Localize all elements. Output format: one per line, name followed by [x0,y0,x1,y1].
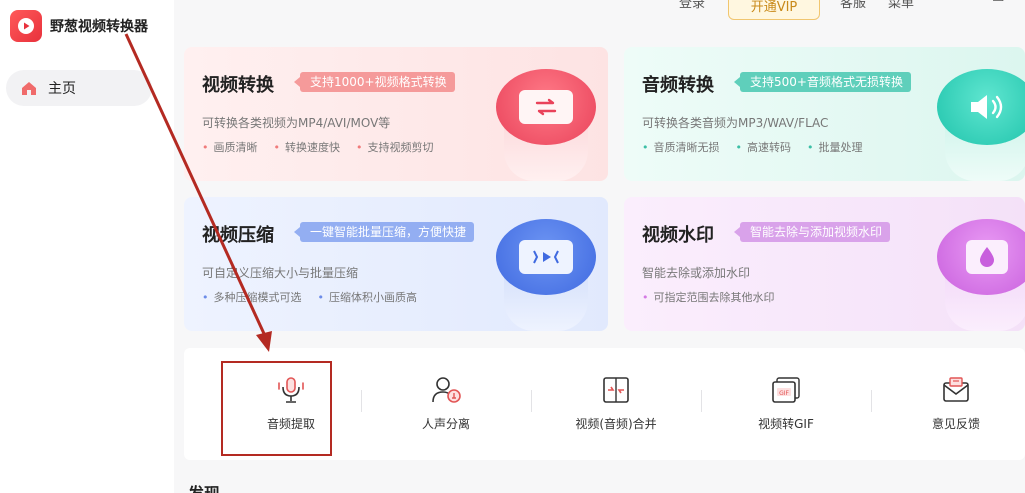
tool-merge[interactable]: 视频(音频)合并 [531,348,701,460]
topbar: 登录 开通VIP 客服 菜单 — ☐ [174,0,1025,22]
tool-label: 视频转GIF [758,417,814,431]
bullet: 音质清晰无损 [642,139,720,155]
bullet: 画质清晰 [202,139,258,155]
tool-label: 视频(音频)合并 [575,417,657,431]
tool-video-to-gif[interactable]: GIF 视频转GIF [701,348,871,460]
card-video-compress[interactable]: 视频压缩 一键智能批量压缩，方便快捷 可自定义压缩大小与批量压缩 多种压缩模式可… [184,197,608,331]
watermark-icon [937,219,1025,331]
card-audio-convert[interactable]: 音频转换 支持500+音频格式无损转换 可转换各类音频为MP3/WAV/FLAC… [624,47,1025,181]
bullet: 支持视频剪切 [356,139,434,155]
minimize-icon[interactable]: — [956,0,972,5]
vip-button[interactable]: 开通VIP [728,0,820,20]
section-title: 发现 [188,480,220,493]
video-convert-icon [496,69,596,181]
card-tag: 支持500+音频格式无损转换 [734,72,911,92]
bullet: 压缩体积小画质高 [318,289,417,305]
app-logo-icon [10,10,42,42]
tool-label: 意见反馈 [931,417,980,431]
sidebar-item-label: 主页 [48,81,76,97]
login-link[interactable]: 登录 [679,0,705,11]
maximize-icon[interactable]: ☐ [992,0,1005,5]
app-logo: 野葱视频转换器 [10,10,148,42]
bullet: 多种压缩模式可选 [202,289,302,305]
annotation-highlight-box [221,361,332,456]
sidebar: 野葱视频转换器 主页 [0,0,174,493]
card-tag: 支持1000+视频格式转换 [294,72,455,92]
card-video-watermark[interactable]: 视频水印 智能去除与添加视频水印 智能去除或添加水印 可指定范围去除其他水印 [624,197,1025,331]
vocal-separation-icon [432,377,461,403]
card-video-convert[interactable]: 视频转换 支持1000+视频格式转换 可转换各类视频为MP4/AVI/MOV等 … [184,47,608,181]
audio-convert-icon [937,69,1025,181]
feedback-mail-icon [943,377,969,402]
merge-icon [603,377,629,403]
card-title: 视频转换 [202,75,274,96]
card-desc: 可转换各类视频为MP4/AVI/MOV等 [202,116,391,130]
video-compress-icon [496,219,596,331]
card-bullets: 音质清晰无损 高速转码 批量处理 [642,139,863,155]
tool-label: 人声分离 [421,417,470,431]
card-tag: 一键智能批量压缩，方便快捷 [293,222,475,242]
app-title: 野葱视频转换器 [50,19,148,35]
tool-vocal-separation[interactable]: 人声分离 [361,348,531,460]
card-desc: 智能去除或添加水印 [642,266,751,280]
card-bullets: 画质清晰 转换速度快 支持视频剪切 [202,139,434,155]
bullet: 批量处理 [807,139,863,155]
sidebar-item-home[interactable]: 主页 [6,70,152,106]
svg-text:GIF: GIF [779,390,789,397]
card-bullets: 可指定范围去除其他水印 [642,289,775,305]
bullet: 高速转码 [736,139,791,155]
card-bullets: 多种压缩模式可选 压缩体积小画质高 [202,289,418,305]
card-title: 视频压缩 [202,225,274,246]
bullet: 转换速度快 [274,139,340,155]
gif-icon: GIF [772,377,800,403]
bullet: 可指定范围去除其他水印 [642,289,775,305]
menu-link[interactable]: 菜单 [888,0,914,11]
card-tag: 智能去除与添加视频水印 [733,222,891,242]
tool-feedback[interactable]: 意见反馈 [871,348,1025,460]
card-desc: 可转换各类音频为MP3/WAV/FLAC [642,116,829,130]
card-desc: 可自定义压缩大小与批量压缩 [202,266,359,280]
card-title: 视频水印 [642,225,714,246]
service-link[interactable]: 客服 [840,0,866,11]
home-icon [22,82,36,95]
card-title: 音频转换 [642,75,714,96]
